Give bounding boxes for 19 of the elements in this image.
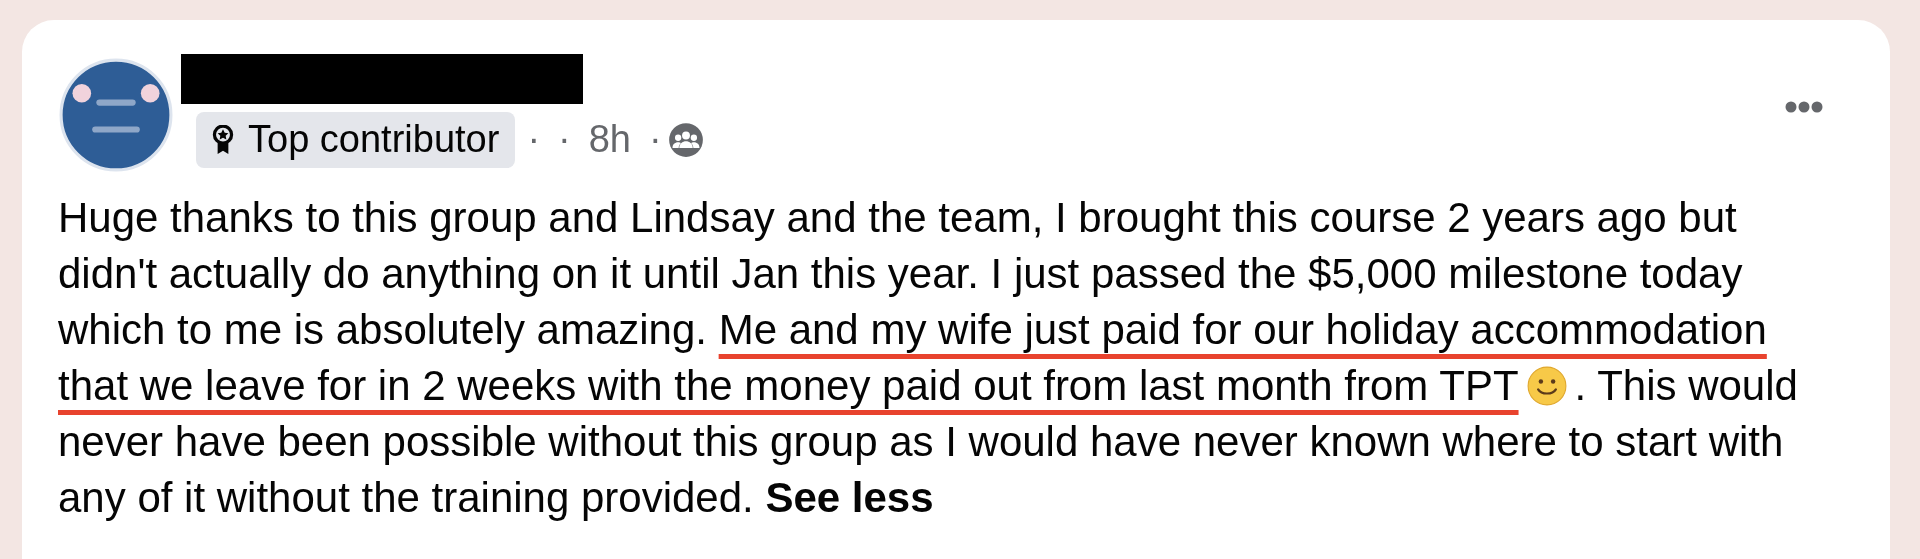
underlined-post-text: Me and my wife just paid for our holiday accommodation	[718, 305, 1767, 355]
post-text: didn't actually do anything on it until Jan this year. I just passed the $5,000 milestone today	[58, 249, 1743, 299]
separator-dot: ·	[648, 117, 662, 162]
see-less-link[interactable]: See less	[765, 470, 934, 526]
separator-dot: ·	[558, 117, 571, 162]
post-text: any of it without the training provided.	[58, 473, 755, 523]
post-text: . This would	[1574, 361, 1798, 411]
post-text: which to me is absolutely amazing.	[58, 305, 708, 355]
award-icon	[212, 124, 234, 155]
underlined-post-text: that we leave for in 2 weeks with the money paid out from last month from TPT	[58, 361, 1519, 411]
more-options-icon[interactable]	[1784, 101, 1824, 113]
separator-dot: ·	[527, 117, 541, 162]
top-contributor-badge[interactable]: Top contributor	[196, 111, 516, 168]
smiley-emoji-icon	[1526, 366, 1567, 406]
avatar[interactable]	[59, 58, 173, 172]
post-text: Huge thanks to this group and Lindsay and the team, I brought this course 2 years ago but	[58, 193, 1737, 243]
post-time[interactable]: 8h	[588, 111, 631, 168]
group-audience-icon	[667, 121, 704, 158]
post-text: never have been possible without this group as I would have never known where to start with	[58, 417, 1784, 467]
